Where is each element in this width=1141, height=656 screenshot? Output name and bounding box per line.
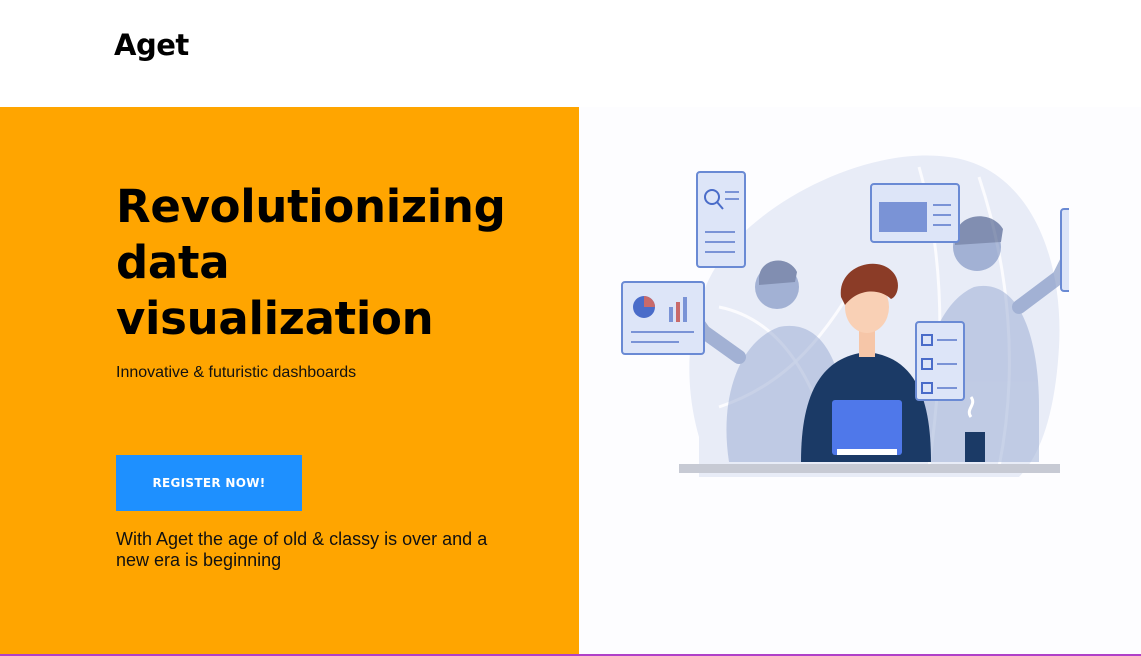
team-analytics-illustration-icon: [621, 155, 1069, 477]
illustration-panel: [579, 107, 1141, 654]
site-header: Aget: [0, 0, 1141, 107]
register-button[interactable]: REGISTER NOW!: [116, 455, 302, 511]
hero-tagline: With Aget the age of old & classy is ove…: [116, 529, 488, 570]
hero-subtitle: Innovative & futuristic dashboards: [116, 364, 357, 381]
hero-panel: Revolutionizing data visualization Innov…: [0, 107, 579, 654]
hero-title: Revolutionizing data visualization: [116, 180, 506, 345]
logo[interactable]: Aget: [114, 28, 189, 62]
